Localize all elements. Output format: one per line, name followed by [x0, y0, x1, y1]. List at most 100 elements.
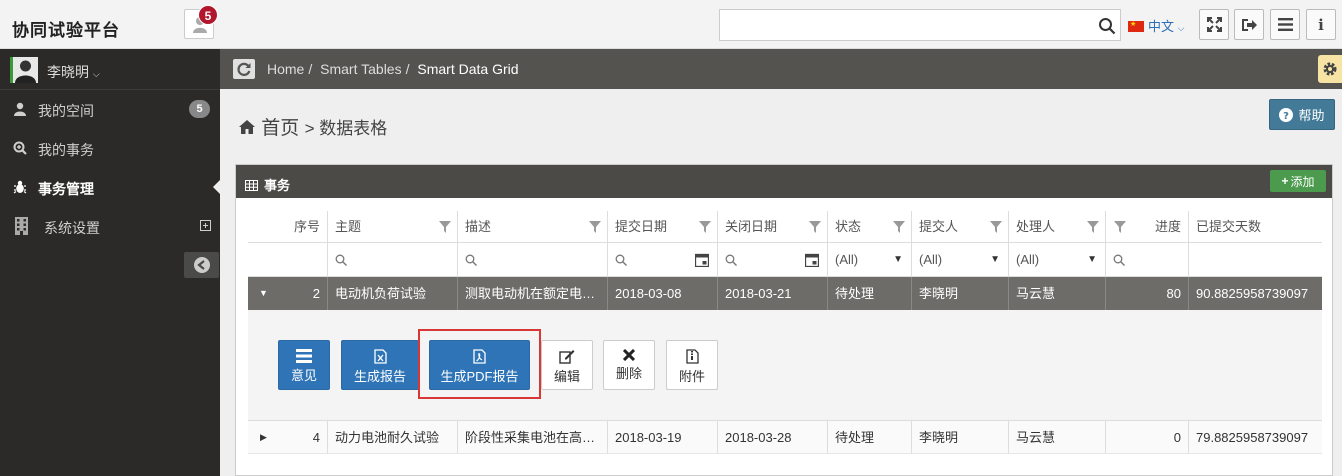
settings-toggle[interactable] — [1318, 55, 1342, 83]
logout-button[interactable] — [1234, 9, 1264, 40]
table-row[interactable]: ▶ 4 动力电池耐久试验 阶段性采集电池在高… 2018-03-19 2018-… — [248, 421, 1322, 454]
page-title: 首页 > 数据表格 — [238, 113, 387, 140]
top-bar: 协同试验平台 5 中文 ⌵ i — [0, 0, 1342, 49]
arrow-circle-left-icon — [193, 257, 210, 273]
fullscreen-button[interactable] — [1199, 9, 1229, 40]
column-header-subject[interactable]: 主题 — [328, 211, 458, 242]
help-button[interactable]: ? 帮助 — [1269, 99, 1335, 130]
column-header-status[interactable]: 状态 — [828, 211, 912, 242]
list-icon — [296, 349, 312, 363]
china-flag-icon — [1128, 20, 1144, 32]
search-icon — [335, 254, 347, 266]
search-icon — [615, 254, 627, 266]
filter-subject-input[interactable] — [328, 243, 458, 276]
calendar-icon[interactable] — [695, 253, 709, 267]
filter-close-date-input[interactable] — [718, 243, 828, 276]
breadcrumb: Home / Smart Tables / Smart Data Grid — [267, 61, 519, 77]
panel-title: 事务 — [245, 175, 290, 194]
notification-badge: 5 — [198, 5, 218, 25]
filter-submitter-select[interactable]: (All) ▼ — [912, 243, 1009, 276]
caret-down-icon: ▼ — [1087, 254, 1097, 265]
filter-icon[interactable] — [439, 221, 451, 233]
edit-button[interactable]: 编辑 — [541, 340, 593, 390]
chevron-down-icon: ⌵ — [1177, 23, 1185, 33]
chevron-down-icon: ⌵ — [92, 69, 100, 79]
comment-button[interactable]: 意见 — [278, 340, 330, 390]
refresh-icon — [237, 62, 251, 76]
caret-down-icon: ▼ — [893, 254, 903, 265]
search-box — [719, 9, 1121, 41]
question-circle-icon: ? — [1279, 107, 1294, 122]
filter-desc-input[interactable] — [458, 243, 608, 276]
breadcrumb-section[interactable]: Smart Tables — [320, 61, 401, 77]
breadcrumb-home[interactable]: Home — [267, 61, 304, 77]
grid-header: 序号 主题 描述 提交日期 关闭日期 状态 提交人 处理人 进度 已提交天数 — [248, 211, 1322, 243]
calendar-icon[interactable] — [805, 253, 819, 267]
sidebar-item-label: 我的空间 — [38, 103, 94, 119]
filter-icon[interactable] — [990, 221, 1002, 233]
info-icon: i — [1318, 15, 1324, 34]
attachment-button[interactable]: 附件 — [666, 340, 718, 390]
menu-button[interactable] — [1270, 9, 1300, 40]
caret-right-icon[interactable]: ▶ — [260, 421, 267, 453]
page-subtitle: > 数据表格 — [304, 119, 388, 138]
filter-icon[interactable] — [1087, 221, 1099, 233]
add-button[interactable]: + 添加 — [1270, 170, 1326, 192]
generate-report-button[interactable]: 生成报告 — [341, 340, 419, 390]
row-detail: 意见 生成报告 生成PDF报告 编辑 删除 附件 — [248, 310, 1322, 421]
highlight-box — [418, 329, 541, 399]
filter-icon[interactable] — [809, 221, 821, 233]
filter-progress-input[interactable] — [1106, 243, 1189, 276]
panel-header: 事务 + 添加 — [236, 165, 1332, 198]
filter-status-select[interactable]: (All) ▼ — [828, 243, 912, 276]
column-header-close-date[interactable]: 关闭日期 — [718, 211, 828, 242]
search-icon — [725, 254, 737, 266]
column-header-progress[interactable]: 进度 — [1106, 211, 1189, 242]
sidebar-item-task-management[interactable]: 事务管理 — [0, 168, 220, 207]
column-header-seq[interactable]: 序号 — [248, 211, 328, 242]
caret-down-icon[interactable]: ▼ — [259, 277, 268, 310]
table-row[interactable]: ▼ 2 电动机负荷试验 测取电动机在额定电… 2018-03-08 2018-0… — [248, 277, 1322, 310]
zip-file-icon — [685, 349, 699, 364]
sidebar-item-label: 系统设置 — [44, 220, 100, 236]
plus-square-icon[interactable] — [200, 220, 211, 231]
filter-submit-date-input[interactable] — [608, 243, 718, 276]
sidebar-collapse-button[interactable] — [184, 252, 219, 278]
column-header-handler[interactable]: 处理人 — [1009, 211, 1106, 242]
filter-handler-select[interactable]: (All) ▼ — [1009, 243, 1106, 276]
column-header-submitter[interactable]: 提交人 — [912, 211, 1009, 242]
language-selector[interactable]: 中文 ⌵ — [1128, 16, 1184, 35]
caret-down-icon: ▼ — [990, 254, 1000, 265]
close-icon — [623, 349, 635, 361]
menu-icon — [1277, 18, 1293, 31]
expand-icon — [1206, 17, 1222, 32]
filter-icon[interactable] — [589, 221, 601, 233]
sidebar-item-label: 我的事务 — [38, 142, 94, 158]
user-name: 李晓明 ⌵ — [47, 64, 100, 80]
refresh-button[interactable] — [233, 59, 255, 79]
search-input[interactable] — [720, 10, 1090, 40]
user-menu[interactable]: 李晓明 ⌵ — [0, 49, 220, 90]
filter-icon[interactable] — [893, 221, 905, 233]
search-icon — [1113, 254, 1125, 266]
breadcrumb-bar: Home / Smart Tables / Smart Data Grid — [220, 49, 1342, 89]
delete-button[interactable]: 删除 — [603, 340, 655, 390]
sidebar-item-my-tasks[interactable]: 我的事务 — [0, 129, 220, 168]
app-title: 协同试验平台 — [12, 21, 120, 40]
user-icon — [14, 102, 26, 116]
info-button[interactable]: i — [1306, 9, 1336, 40]
column-header-desc[interactable]: 描述 — [458, 211, 608, 242]
gear-icon — [1323, 62, 1337, 76]
column-header-submit-date[interactable]: 提交日期 — [608, 211, 718, 242]
search-icon — [465, 254, 477, 266]
sidebar-item-label: 事务管理 — [38, 181, 94, 197]
sidebar-item-system-settings[interactable]: 系统设置 — [0, 207, 220, 246]
filter-icon[interactable] — [699, 221, 711, 233]
filter-row: (All) ▼ (All) ▼ (All) ▼ — [248, 243, 1322, 277]
filter-days-input[interactable] — [1189, 243, 1322, 276]
search-icon[interactable] — [1098, 17, 1116, 35]
sidebar-item-my-space[interactable]: 我的空间 — [0, 90, 220, 129]
filter-icon[interactable] — [1114, 221, 1126, 233]
column-header-days[interactable]: 已提交天数 — [1189, 211, 1322, 242]
sidebar-badge: 5 — [189, 100, 210, 118]
